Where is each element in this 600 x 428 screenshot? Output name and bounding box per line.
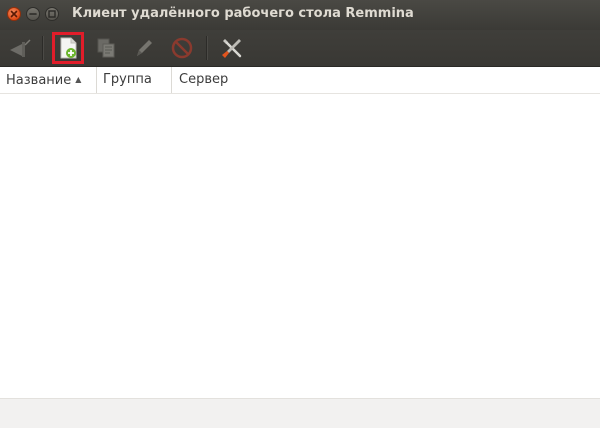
delete-connection-button[interactable] [166, 32, 198, 64]
sort-ascending-icon: ▲ [75, 75, 82, 84]
column-name-label: Название [6, 73, 72, 88]
column-server-label: Сервер [179, 72, 229, 87]
status-bar [0, 398, 600, 428]
new-connection-button[interactable] [52, 32, 84, 64]
column-group-label: Группа [103, 72, 152, 87]
copy-icon [97, 38, 115, 58]
connection-list[interactable] [0, 94, 600, 398]
connect-button[interactable] [4, 32, 36, 64]
copy-connection-button[interactable] [90, 32, 122, 64]
toolbar-separator [42, 36, 44, 60]
column-header-name[interactable]: Название ▲ [6, 67, 94, 93]
close-icon [10, 10, 18, 18]
maximize-icon [48, 10, 56, 18]
minimize-window-button[interactable] [26, 7, 40, 21]
delete-icon [171, 37, 193, 59]
column-header-server[interactable]: Сервер [171, 67, 291, 93]
connection-list-header: Название ▲ Группа Сервер [0, 67, 600, 94]
column-header-group[interactable]: Группа [96, 67, 170, 93]
remmina-window: Клиент удалённого рабочего стола Remmina [0, 0, 600, 428]
window-title: Клиент удалённого рабочего стола Remmina [72, 6, 414, 21]
toolbar-separator [206, 36, 208, 60]
connect-icon [10, 39, 31, 57]
close-window-button[interactable] [7, 7, 21, 21]
toolbar [0, 30, 600, 67]
preferences-tools-icon [222, 39, 242, 58]
edit-pencil-icon [137, 40, 152, 56]
title-bar[interactable]: Клиент удалённого рабочего стола Remmina [0, 0, 600, 30]
minimize-icon [29, 13, 37, 15]
maximize-window-button[interactable] [45, 7, 59, 21]
new-file-icon [60, 37, 77, 59]
preferences-button[interactable] [216, 32, 248, 64]
edit-connection-button[interactable] [128, 32, 160, 64]
